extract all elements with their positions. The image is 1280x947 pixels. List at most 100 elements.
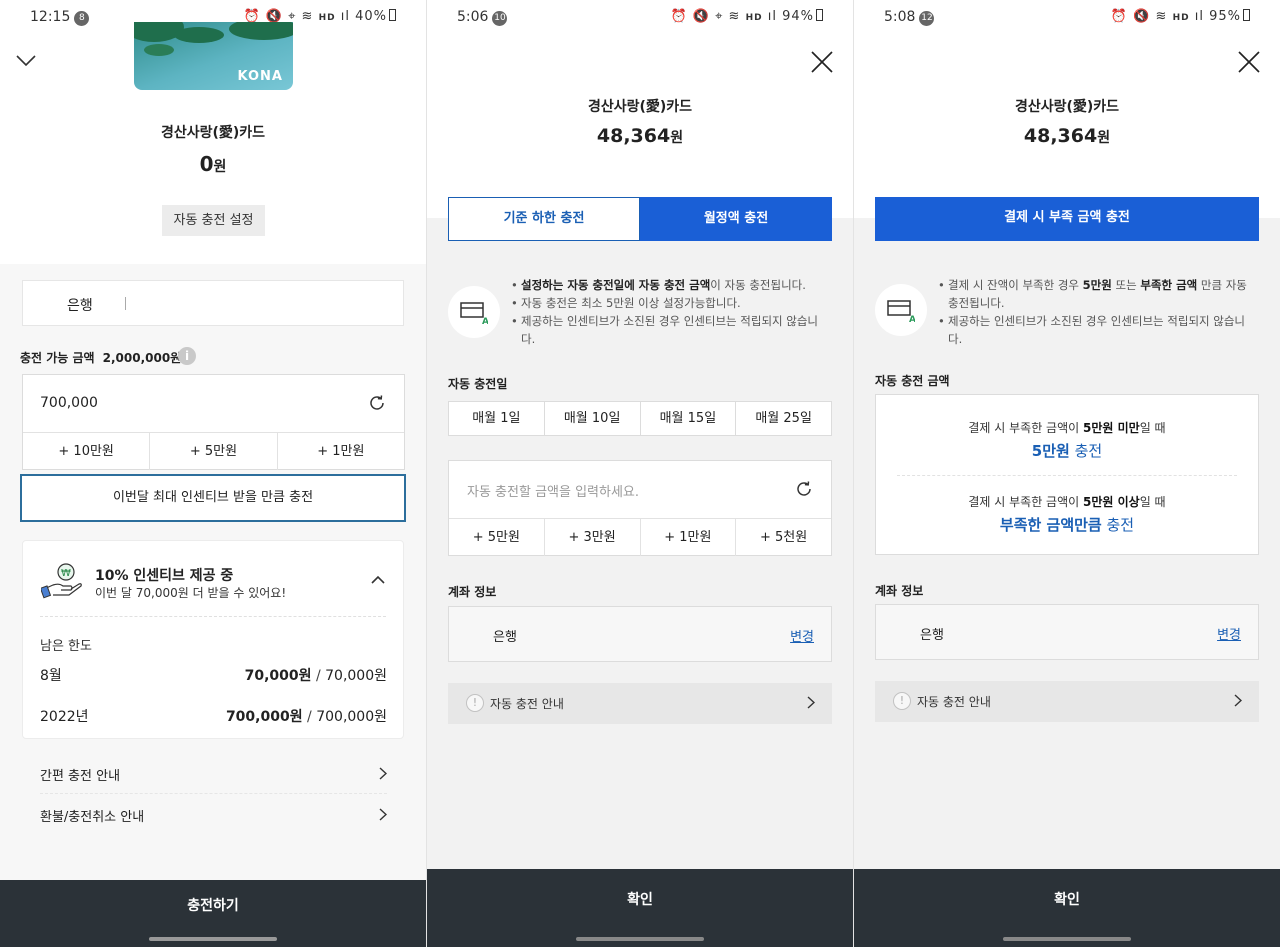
day-option[interactable]: 매월 15일 — [641, 402, 737, 435]
card-image: KONA — [134, 22, 293, 90]
account-info-label: 계좌 정보 — [875, 584, 924, 598]
account-info-box: 은행 변경 — [448, 606, 832, 662]
battery-icon — [1243, 9, 1250, 21]
battery-text: 40% — [355, 9, 387, 24]
chevron-right-icon — [1234, 694, 1242, 707]
auto-charge-settings-button[interactable]: 자동 충전 설정 — [162, 205, 265, 236]
screen-monthly-auto-charge: 5:06 10 ⏰ 🔇 ⌖ ≋ HD ıl 94% 경산사랑(愛)카드 48,36… — [427, 0, 853, 947]
home-indicator — [1003, 937, 1131, 941]
status-time: 5:08 — [884, 9, 916, 25]
day-option[interactable]: 매월 10일 — [545, 402, 641, 435]
bank-label: 은행 — [493, 630, 517, 645]
divider — [40, 616, 386, 617]
condition-over-50k-result: 부족한 금액만큼 충전 — [999, 516, 1135, 534]
guide-text: 결제 시 잔액이 부족한 경우 5만원 또는 부족한 금액 만큼 자동 충전됩니… — [938, 276, 1258, 348]
confirm-button[interactable]: 확인 — [427, 869, 853, 947]
status-bar: 5:06 10 ⏰ 🔇 ⌖ ≋ HD ıl 94% — [427, 0, 853, 34]
divider — [897, 475, 1237, 476]
svg-text:A: A — [482, 317, 488, 324]
tab-threshold-charge[interactable]: 기준 하한 충전 — [448, 197, 640, 241]
refund-guide-link[interactable]: 환불/충전취소 안내 — [40, 806, 387, 825]
add-10k-button[interactable]: + 1만원 — [641, 519, 737, 556]
refresh-icon[interactable] — [368, 394, 386, 412]
change-account-link[interactable]: 변경 — [1217, 624, 1241, 643]
auto-charge-notice-link[interactable]: ! 자동 충전 안내 — [875, 681, 1259, 722]
day-selector: 매월 1일 매월 10일 매월 15일 매월 25일 — [448, 401, 832, 436]
info-icon[interactable]: i — [178, 347, 196, 365]
guide-text: 설정하는 자동 충전일에 자동 충전 금액이 자동 충전됩니다. 자동 충전은 … — [511, 276, 831, 348]
status-time: 5:06 — [457, 9, 489, 25]
add-30k-button[interactable]: + 3만원 — [545, 519, 641, 556]
refresh-icon[interactable] — [795, 480, 813, 498]
day-option[interactable]: 매월 25일 — [736, 402, 831, 435]
add-10k-button[interactable]: + 1만원 — [278, 433, 404, 470]
account-info-label: 계좌 정보 — [448, 585, 497, 599]
card-name: 경산사랑(愛)카드 — [1014, 99, 1120, 115]
day-option[interactable]: 매월 1일 — [449, 402, 545, 435]
status-bar: 5:08 12 ⏰ 🔇 ≋ HD ıl 95% — [854, 0, 1280, 34]
charge-type-tabs: 결제 시 부족 금액 충전 — [875, 197, 1259, 241]
notification-badge: 10 — [492, 11, 508, 26]
screen-charge: 12:15 8 ⏰ 🔇 ⌖ ≋ HD ıl 40% KONA 경산사랑(愛)카드 … — [0, 0, 426, 947]
confirm-button[interactable]: 확인 — [854, 869, 1280, 947]
change-account-link[interactable]: 변경 — [790, 626, 814, 645]
condition-over-50k: 결제 시 부족한 금액이 5만원 이상일 때 — [968, 495, 1166, 509]
screen-shortfall-auto-charge: 5:08 12 ⏰ 🔇 ≋ HD ıl 95% 경산사랑(愛)카드 48,364원… — [854, 0, 1280, 947]
card-name: 경산사랑(愛)카드 — [160, 125, 266, 141]
auto-charge-guide-icon: A — [875, 284, 927, 336]
condition-under-50k-result: 5만원 충전 — [1031, 442, 1103, 460]
tab-monthly-charge[interactable]: 월정액 충전 — [640, 197, 832, 241]
amount-input-box: 700,000 + 10만원 + 5만원 + 1만원 — [22, 374, 405, 470]
svg-text:A: A — [909, 315, 915, 322]
chevron-right-icon — [807, 696, 815, 709]
home-indicator — [576, 937, 704, 941]
battery-text: 94% — [782, 9, 814, 24]
bank-label: 은행 — [67, 298, 93, 314]
close-icon[interactable] — [811, 51, 833, 73]
remaining-limit-label: 남은 한도 — [40, 639, 92, 654]
text-cursor — [125, 297, 126, 310]
home-indicator — [149, 937, 277, 941]
add-50k-button[interactable]: + 5만원 — [449, 519, 545, 556]
limit-row-year: 2022년 700,000원 / 700,000원 — [40, 709, 387, 725]
chevron-right-icon — [379, 767, 387, 780]
auto-charge-notice-link[interactable]: ! 자동 충전 안내 — [448, 683, 832, 724]
incentive-title: 10% 인센티브 제공 중 — [95, 568, 234, 584]
add-5k-button[interactable]: + 5천원 — [736, 519, 831, 556]
battery-text: 95% — [1209, 9, 1241, 24]
exclamation-icon: ! — [893, 692, 911, 710]
tab-shortfall-charge[interactable]: 결제 시 부족 금액 충전 — [875, 197, 1259, 241]
incentive-subtitle: 이번 달 70,000원 더 받을 수 있어요! — [95, 586, 287, 600]
condition-under-50k: 결제 시 부족한 금액이 5만원 미만일 때 — [968, 421, 1166, 435]
battery-icon — [816, 9, 823, 21]
hand-coin-icon: ₩ — [41, 563, 82, 599]
auto-charge-amount-box: 자동 충전할 금액을 입력하세요. + 5만원 + 3만원 + 1만원 + 5천… — [448, 460, 832, 556]
battery-icon — [389, 9, 396, 21]
bank-account-field[interactable]: 은행 — [22, 280, 404, 326]
chevron-right-icon — [379, 808, 387, 821]
chevron-up-icon[interactable] — [371, 575, 385, 585]
charge-type-tabs: 기준 하한 충전 월정액 충전 — [448, 197, 832, 241]
amount-input[interactable]: 700,000 — [40, 395, 98, 411]
status-icons: ⏰ 🔇 ≋ HD ıl 95% — [1111, 9, 1250, 24]
exclamation-icon: ! — [466, 694, 484, 712]
charge-submit-button[interactable]: 충전하기 — [0, 880, 426, 947]
amount-input[interactable]: 자동 충전할 금액을 입력하세요. — [467, 481, 639, 500]
account-info-box: 은행 변경 — [875, 604, 1259, 660]
divider — [40, 793, 387, 794]
chevron-down-icon[interactable] — [16, 53, 36, 67]
add-100k-button[interactable]: + 10만원 — [23, 433, 151, 470]
limit-row-month: 8월 70,000원 / 70,000원 — [40, 668, 387, 684]
available-amount: 충전 가능 금액 2,000,000원 — [20, 351, 182, 365]
balance: 48,364원 — [1023, 125, 1111, 147]
auto-charge-amount-label: 자동 충전 금액 — [875, 374, 950, 388]
add-50k-button[interactable]: + 5만원 — [150, 433, 278, 470]
max-incentive-charge-button[interactable]: 이번달 최대 인센티브 받을 만큼 충전 — [20, 474, 406, 522]
auto-charge-day-label: 자동 충전일 — [448, 377, 508, 391]
close-icon[interactable] — [1238, 51, 1260, 73]
balance: 0원 — [199, 152, 227, 176]
balance: 48,364원 — [596, 125, 684, 147]
auto-charge-guide-icon: A — [448, 286, 500, 338]
easy-charge-guide-link[interactable]: 간편 충전 안내 — [40, 765, 387, 784]
bank-label: 은행 — [920, 628, 944, 643]
